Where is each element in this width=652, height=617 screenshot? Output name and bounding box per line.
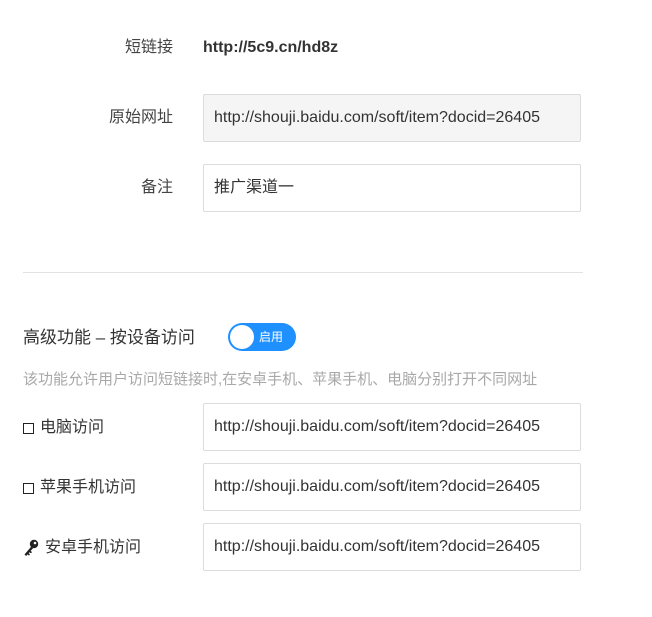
iphone-access-text: 苹果手机访问	[40, 479, 137, 496]
android-url-field[interactable]: http://shouji.baidu.com/soft/item?docid=…	[203, 523, 581, 571]
android-access-text: 安卓手机访问	[45, 539, 142, 556]
note-field[interactable]: 推广渠道一	[203, 164, 581, 212]
pc-url-field[interactable]: http://shouji.baidu.com/soft/item?docid=…	[203, 403, 581, 451]
pc-access-label[interactable]: 电脑访问	[23, 418, 104, 438]
short-link-label: 短链接	[124, 39, 173, 56]
advanced-section-title: 高级功能 – 按设备访问	[23, 328, 195, 347]
toggle-label: 启用	[259, 330, 284, 344]
original-url-field[interactable]: http://shouji.baidu.com/soft/item?docid=…	[203, 94, 581, 142]
iphone-access-label[interactable]: 苹果手机访问	[23, 478, 136, 498]
short-link-value: http://5c9.cn/hd8z	[203, 39, 339, 56]
checkbox-icon[interactable]	[23, 482, 34, 494]
key-icon	[23, 539, 39, 557]
toggle-knob	[230, 325, 254, 349]
pc-access-text: 电脑访问	[40, 419, 105, 436]
original-url-label: 原始网址	[108, 109, 173, 126]
iphone-url-field[interactable]: http://shouji.baidu.com/soft/item?docid=…	[203, 463, 581, 511]
device-access-toggle[interactable]: 启用	[228, 323, 296, 351]
android-access-label[interactable]: 安卓手机访问	[23, 538, 141, 558]
advanced-hint: 该功能允许用户访问短链接时,在安卓手机、苹果手机、电脑分别打开不同网址	[23, 371, 538, 388]
checkbox-icon[interactable]	[23, 422, 34, 434]
note-label: 备注	[140, 179, 173, 196]
section-divider	[23, 272, 583, 273]
